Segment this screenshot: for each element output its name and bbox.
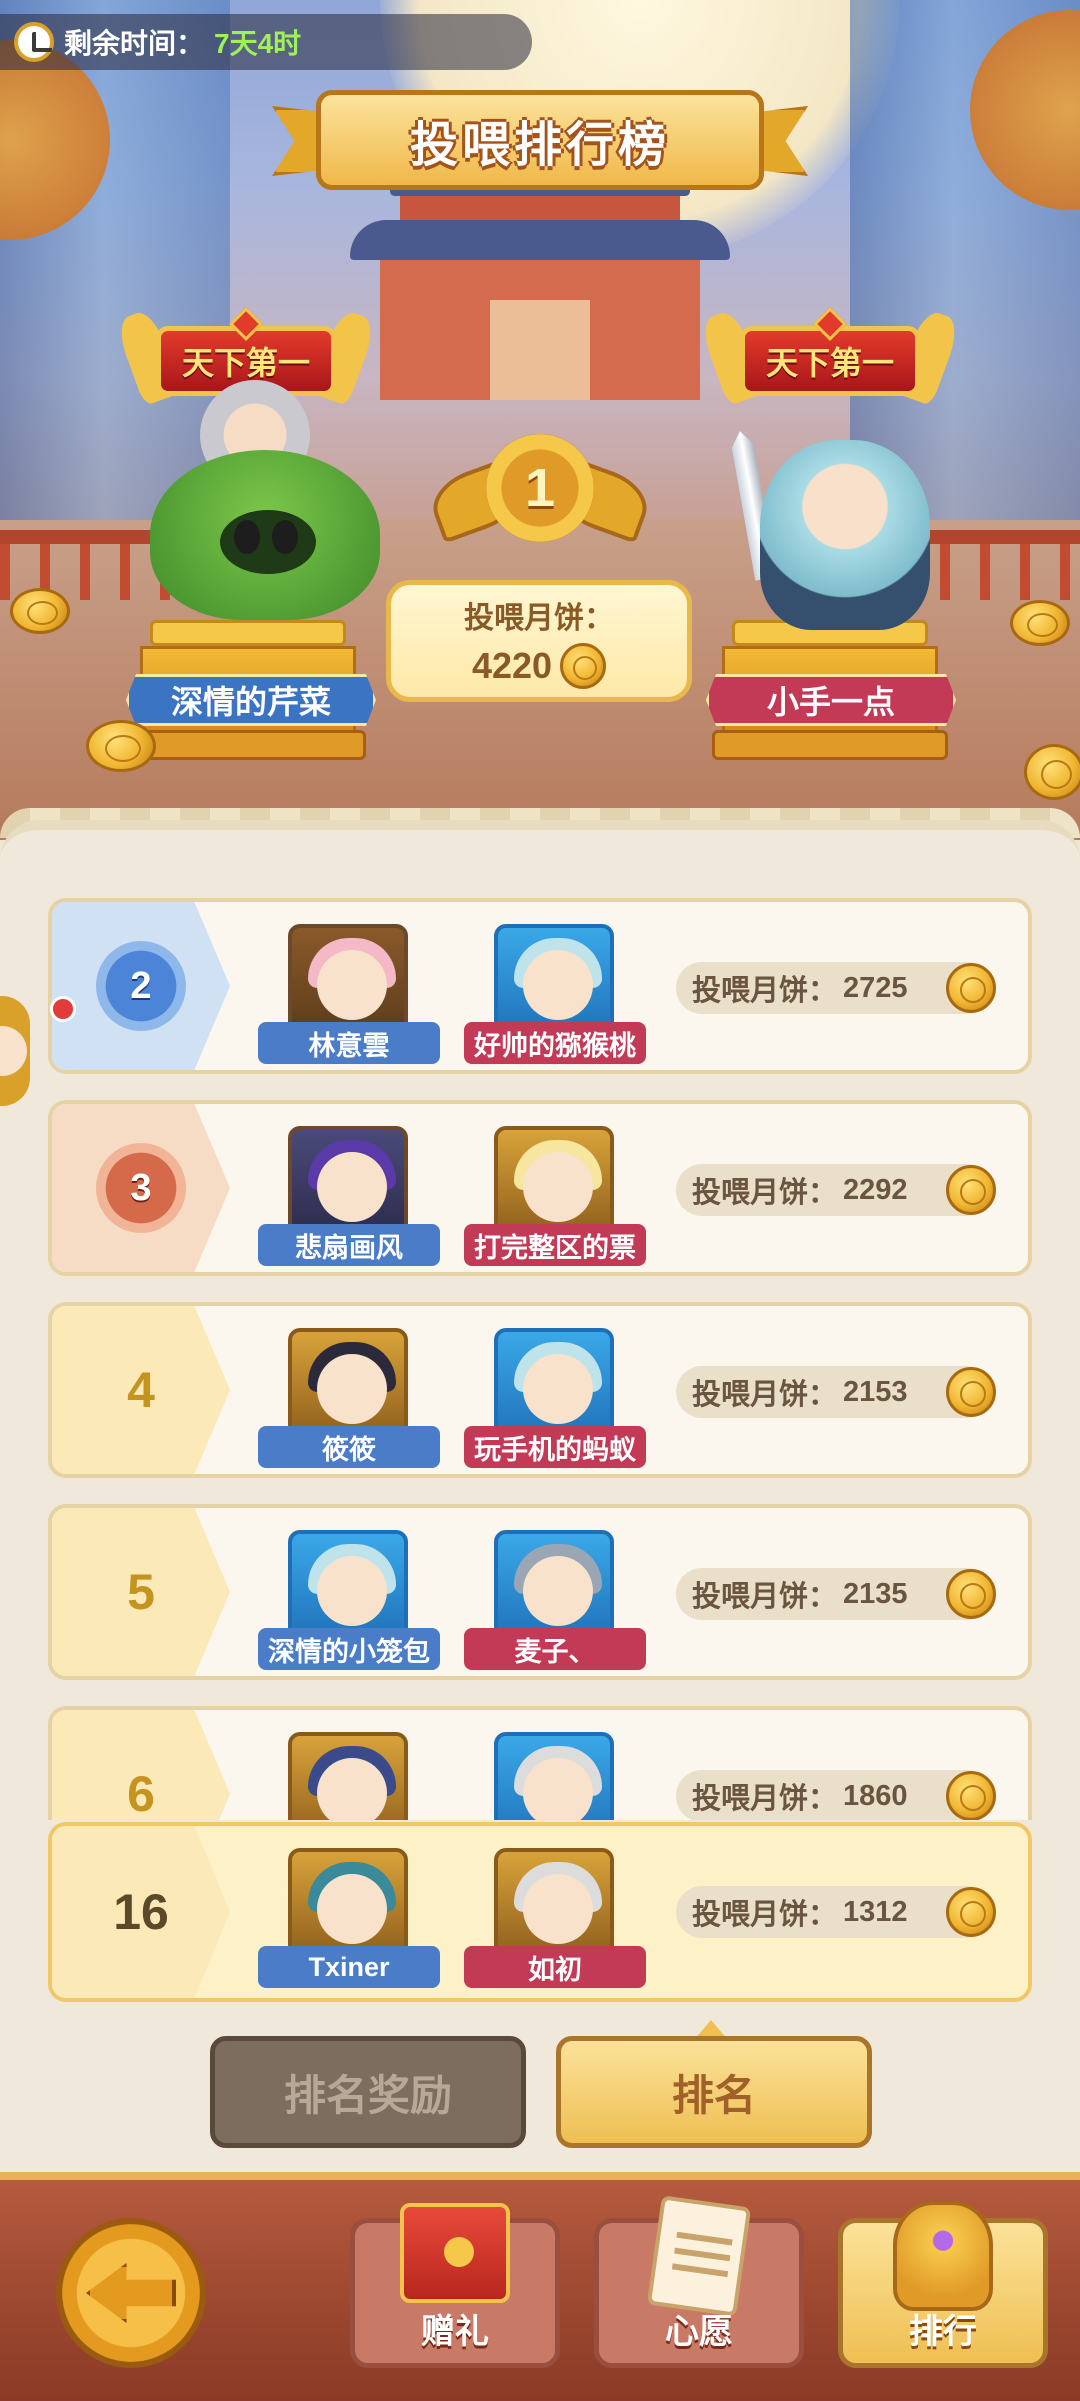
player-name: 深情的小笼包 [258,1628,440,1670]
score-pill: 投喂月饼： 2292 [676,1164,996,1216]
rank-number: 5 [127,1564,155,1620]
temple-background [350,160,730,400]
partner-name: 玩手机的蚂蚁 [464,1426,646,1468]
mooncake-coin-icon [946,1367,996,1417]
rank-number: 4 [127,1362,155,1418]
my-rank-number: 16 [113,1884,169,1940]
top-badge-right-text: 天下第一 [765,345,894,381]
top-badge-right: 天下第一 [697,307,963,407]
partner-name: 麦子、 [464,1628,646,1670]
score-label: 投喂月饼： [692,975,838,1007]
score-label: 投喂月饼： [692,1783,838,1815]
score-value: 1860 [843,1779,908,1812]
champion-knight-avatar[interactable] [760,440,930,630]
score-value: 2292 [843,1173,908,1206]
ranking-row[interactable]: 5 深情的小笼包 麦子、 投喂月饼： 2135 [48,1504,1032,1680]
remaining-time-label: 剩余时间： [64,28,205,59]
nav-rank-label: 排行 [909,2313,977,2351]
partner-name: 如初 [464,1946,646,1988]
top-badge-left-text: 天下第一 [181,345,310,381]
score-label: 投喂月饼： [692,1899,838,1931]
side-character-peek[interactable] [0,996,30,1106]
nav-rank-button[interactable]: 排行 [838,2201,1048,2368]
ranking-row[interactable]: 4 筱筱 玩手机的蚂蚁 投喂月饼： 2153 [48,1302,1032,1478]
champion-left-name: 深情的芹菜 [126,674,376,726]
title-banner: 投喂排行榜 [272,86,808,196]
score-value: 2135 [843,1577,908,1610]
remaining-time-value: 7天4时 [214,28,302,59]
champion-right-name: 小手一点 [706,674,956,726]
score-value: 2725 [843,971,908,1004]
decor-coin-icon [86,720,156,772]
back-arrow-icon [86,2263,176,2323]
ranking-row[interactable]: 6 投喂月饼： 1860 [48,1706,1032,1820]
first-score-value: 4220 [471,645,553,686]
nav-wish-label: 心愿 [665,2313,733,2351]
ranking-row[interactable]: 3 悲扇画风 打完整区的票 投喂月饼： 2292 [48,1100,1032,1276]
tab-ranking[interactable]: 排名 [556,2036,872,2148]
ranking-list[interactable]: 2 林意雲 好帅的猕猴桃 投喂月饼： 2725 3 悲扇画风 打完整区的票 投喂… [48,898,1032,1820]
champion-pet-bush[interactable] [150,450,380,620]
player-name: 悲扇画风 [258,1224,440,1266]
rank-number: 6 [127,1766,155,1820]
score-pill: 投喂月饼： 2153 [676,1366,996,1418]
score-label: 投喂月饼： [692,1177,838,1209]
remaining-time-bar: 剩余时间： 7天4时 [0,14,532,70]
mooncake-coin-icon [946,1165,996,1215]
decor-coin-icon [1010,600,1070,646]
mooncake-coin-icon [946,1771,996,1820]
score-pill: 投喂月饼： 1860 [676,1770,996,1820]
first-place-medal: 1 [424,430,656,560]
wish-letter-icon [646,2195,752,2317]
decor-coin-icon [1024,744,1080,800]
ranking-row[interactable]: 2 林意雲 好帅的猕猴桃 投喂月饼： 2725 [48,898,1032,1074]
back-button[interactable] [56,2218,206,2368]
mooncake-coin-icon [946,1887,996,1937]
ranking-row-self[interactable]: 16 Txiner 如初 投喂月饼： 1312 [48,1822,1032,2002]
pet-avatar[interactable] [494,1732,614,1820]
gift-chest-icon [400,2203,510,2303]
nav-gift-button[interactable]: 赠礼 [350,2203,560,2368]
trophy-icon [893,2201,993,2311]
mooncake-coin-icon [560,643,607,689]
silver-medal-icon: 2 [96,941,186,1031]
notification-dot [50,996,76,1022]
player-avatar[interactable] [288,1732,408,1820]
score-label: 投喂月饼： [692,1379,838,1411]
partner-name: 打完整区的票 [464,1224,646,1266]
first-place-number: 1 [486,434,594,542]
first-score-label: 投喂月饼： [464,602,614,635]
tab-rank-reward[interactable]: 排名奖励 [210,2036,526,2148]
player-name: 林意雲 [258,1022,440,1064]
score-value: 1312 [843,1895,908,1928]
score-pill: 投喂月饼： 2725 [676,962,996,1014]
score-label: 投喂月饼： [692,1581,838,1613]
page-title: 投喂排行榜 [409,119,670,172]
first-place-score-box: 投喂月饼： 4220 [386,580,692,702]
partner-name: 好帅的猕猴桃 [464,1022,646,1064]
decor-coin-icon [10,588,70,634]
mooncake-coin-icon [946,963,996,1013]
my-ranking-row[interactable]: 16 Txiner 如初 投喂月饼： 1312 [48,1822,1032,2002]
nav-gift-label: 赠礼 [421,2313,489,2351]
score-value: 2153 [843,1375,908,1408]
clock-icon [14,22,54,62]
score-pill: 投喂月饼： 1312 [676,1886,996,1938]
bronze-medal-icon: 3 [96,1143,186,1233]
player-name: 筱筱 [258,1426,440,1468]
nav-wish-button[interactable]: 心愿 [594,2195,804,2368]
player-name: Txiner [258,1946,440,1988]
mooncake-coin-icon [946,1569,996,1619]
score-pill: 投喂月饼： 2135 [676,1568,996,1620]
